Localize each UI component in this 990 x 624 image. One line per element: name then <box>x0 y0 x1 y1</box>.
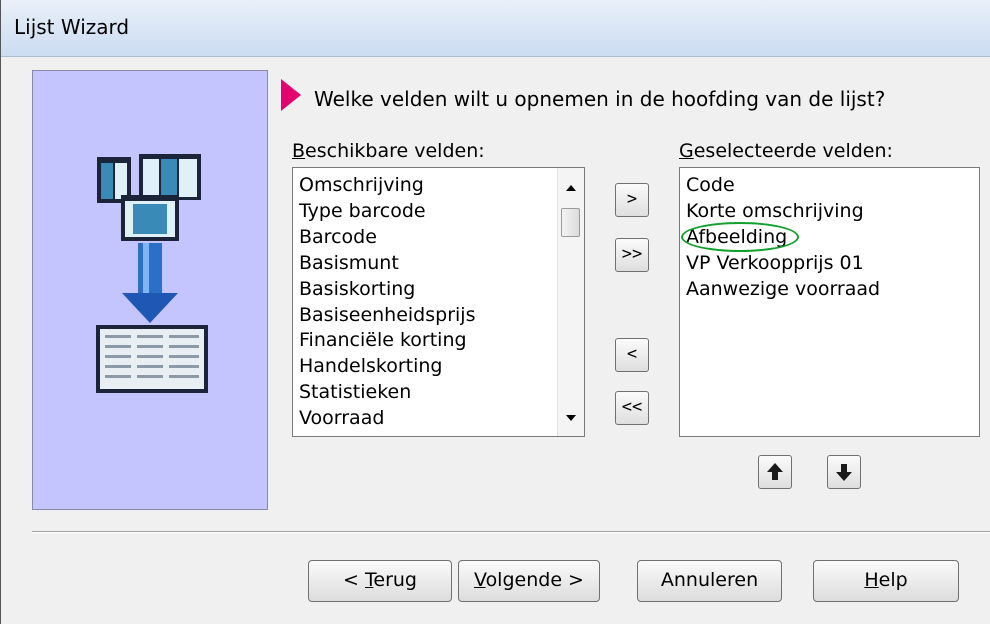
scroll-up-arrow-icon[interactable] <box>558 176 584 198</box>
wizard-illustration-panel <box>32 70 268 510</box>
selected-field-korte-omschrijving[interactable]: Korte omschrijving <box>680 199 880 225</box>
down-arrow-icon <box>836 464 852 481</box>
available-field-financiele-korting[interactable]: Financiële korting <box>293 328 475 354</box>
wizard-window: Lijst Wizard Welke velden wilt u opnemen… <box>0 0 990 624</box>
selected-fields-list[interactable]: Code Korte omschrijving Afbeelding VP Ve… <box>679 167 980 437</box>
available-field-basiskorting[interactable]: Basiskorting <box>293 277 475 303</box>
selected-field-vp-verkoopprijs[interactable]: VP Verkoopprijs 01 <box>680 251 880 277</box>
cancel-button[interactable]: Annuleren <box>637 560 782 602</box>
remove-all-fields-button[interactable]: << <box>615 391 649 425</box>
selected-field-code[interactable]: Code <box>680 173 880 199</box>
selected-field-afbeelding[interactable]: Afbeelding <box>680 225 880 251</box>
footer-separator <box>32 531 990 533</box>
title-bar[interactable]: Lijst Wizard <box>1 0 990 57</box>
up-arrow-icon <box>767 463 783 480</box>
wizard-question: Welke velden wilt u opnemen in de hoofdi… <box>314 87 886 111</box>
available-field-barcode[interactable]: Barcode <box>293 225 475 251</box>
back-button[interactable]: < Terug <box>308 560 452 602</box>
add-field-button[interactable]: > <box>615 183 649 217</box>
available-list-scrollbar[interactable] <box>557 168 584 436</box>
move-down-button[interactable] <box>827 455 861 489</box>
available-field-omschrijving[interactable]: Omschrijving <box>293 173 475 199</box>
available-field-basismunt[interactable]: Basismunt <box>293 251 475 277</box>
available-field-voorraad[interactable]: Voorraad <box>293 406 475 432</box>
selected-field-aanwezige-voorraad[interactable]: Aanwezige voorraad <box>680 277 880 303</box>
available-field-type-barcode[interactable]: Type barcode <box>293 199 475 225</box>
scroll-down-arrow-icon[interactable] <box>558 408 584 430</box>
pointer-arrow-icon <box>281 79 301 111</box>
add-all-fields-button[interactable]: >> <box>615 238 649 272</box>
help-button[interactable]: Help <box>813 560 959 602</box>
move-up-button[interactable] <box>758 455 792 489</box>
available-field-handelskorting[interactable]: Handelskorting <box>293 354 475 380</box>
available-field-statistieken[interactable]: Statistieken <box>293 380 475 406</box>
available-field-basiseenheidsprijs[interactable]: Basiseenheidsprijs <box>293 303 475 329</box>
next-button[interactable]: Volgende > <box>458 560 600 602</box>
available-fields-label: Beschikbare velden: <box>292 140 485 162</box>
selected-fields-label: Geselecteerde velden: <box>679 140 893 162</box>
scroll-thumb[interactable] <box>561 208 580 237</box>
available-fields-list[interactable]: Omschrijving Type barcode Barcode Basism… <box>292 167 585 437</box>
window-title: Lijst Wizard <box>14 15 130 39</box>
remove-field-button[interactable]: < <box>615 338 649 372</box>
list-conversion-icon <box>96 154 208 393</box>
